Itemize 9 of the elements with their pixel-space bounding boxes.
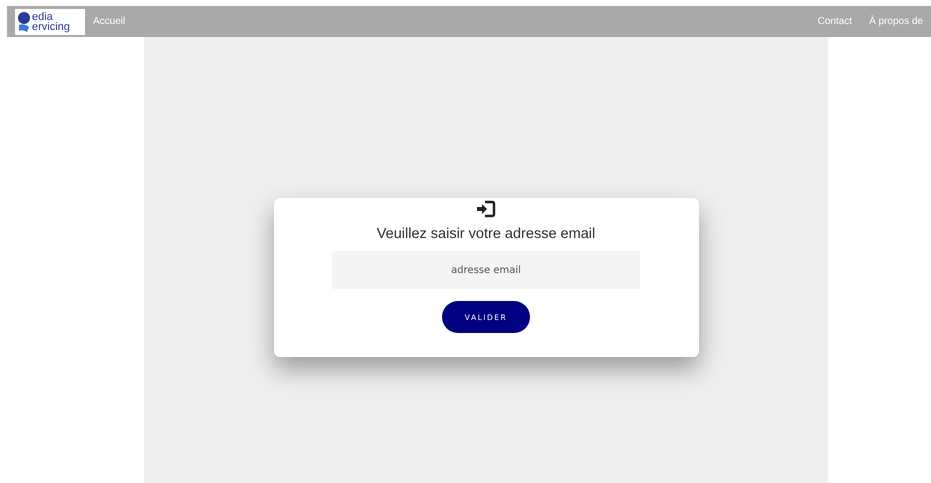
nav-link[interactable]: Contact <box>818 16 852 27</box>
nav-link[interactable]: À propos de <box>869 16 923 27</box>
logo-text: edia <box>32 12 53 22</box>
card-title: Veuillez saisir votre adresse email <box>376 226 596 242</box>
logo[interactable]: edia ervicing <box>15 8 85 34</box>
logo-text: ervicing <box>32 22 70 32</box>
email-field[interactable]: adresse email <box>332 251 640 289</box>
sign-in-icon <box>476 200 496 218</box>
nav-link[interactable]: Accueil <box>93 16 126 27</box>
